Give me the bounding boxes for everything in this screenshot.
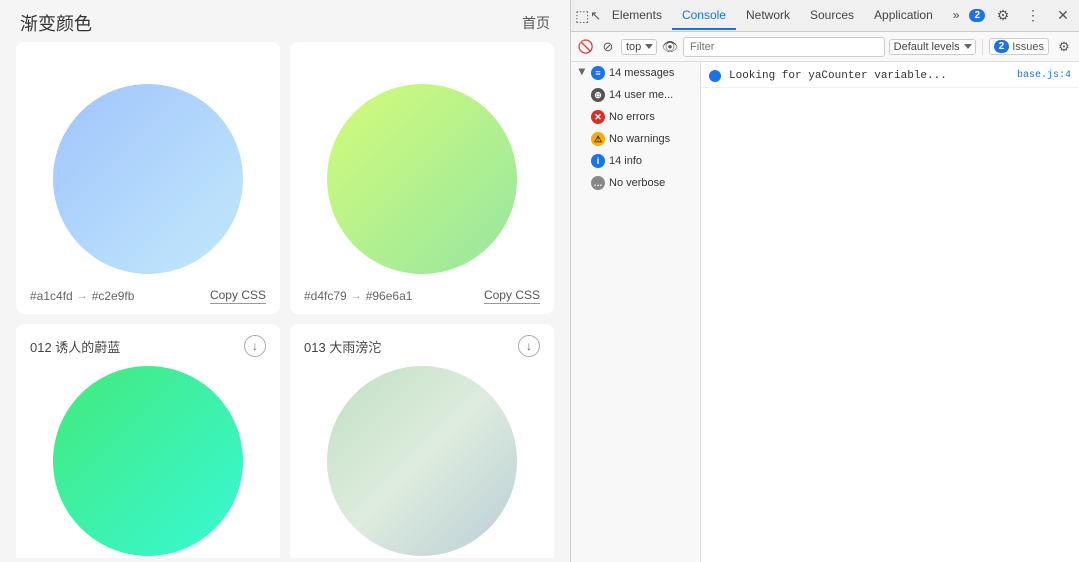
sidebar-icon-info: i bbox=[591, 154, 605, 168]
gradient-circle-0 bbox=[53, 84, 243, 274]
sidebar-icon-no-warnings: ⚠ bbox=[591, 132, 605, 146]
console-line-0: Looking for yaCounter variable... base.js… bbox=[701, 66, 1079, 88]
tab-network[interactable]: Network bbox=[736, 2, 800, 30]
download-btn-3[interactable]: ↓ bbox=[518, 335, 540, 357]
app-nav[interactable]: 首页 bbox=[522, 13, 550, 33]
sidebar-item-all-messages[interactable]: ▶≡ 14 messages bbox=[571, 62, 700, 84]
sidebar-label-no-verbose: No verbose bbox=[609, 177, 665, 189]
sidebar-icon-no-errors: ✕ bbox=[591, 110, 605, 124]
app-area: 渐变颜色 首页 #a1c4fd → #c2e9fbCopy CSS#d4fc79… bbox=[0, 0, 570, 562]
color-info-0: #a1c4fd → #c2e9fb bbox=[30, 289, 134, 303]
card-header-3: 013 大雨滂沱 ↓ bbox=[300, 334, 544, 358]
sidebar-label-user-messages: 14 user me... bbox=[609, 89, 673, 101]
close-icon[interactable]: ✕ bbox=[1051, 4, 1075, 28]
devtools-toolbar: 🚫 ⊘ top 👁 Default levels 2 Issues ⚙ bbox=[571, 32, 1079, 62]
issues-badge: 2 bbox=[994, 40, 1010, 53]
chevron-icon-0: ▶ bbox=[577, 68, 588, 78]
copy-css-btn-1[interactable]: Copy CSS bbox=[484, 288, 540, 304]
gradient-card-1: #d4fc79 → #96e6a1 Copy CSS bbox=[290, 42, 554, 314]
gradient-card-0: #a1c4fd → #c2e9fb Copy CSS bbox=[16, 42, 280, 314]
download-btn-2[interactable]: ↓ bbox=[244, 335, 266, 357]
gradient-circle-1 bbox=[327, 84, 517, 274]
sidebar-icon-all-messages: ≡ bbox=[591, 66, 605, 80]
issues-button[interactable]: 2 Issues bbox=[989, 38, 1049, 55]
gradient-circle-3 bbox=[327, 366, 517, 556]
tab-more[interactable]: » bbox=[943, 2, 970, 30]
sidebar-label-all-messages: 14 messages bbox=[609, 67, 674, 79]
gradient-circle-2 bbox=[53, 366, 243, 556]
sidebar-item-no-verbose[interactable]: … No verbose bbox=[571, 172, 700, 194]
issues-label: Issues bbox=[1012, 41, 1044, 53]
app-header: 渐变颜色 首页 bbox=[0, 0, 570, 42]
grid-container: #a1c4fd → #c2e9fbCopy CSS#d4fc79 → #96e6… bbox=[0, 42, 570, 558]
sidebar-label-info: 14 info bbox=[609, 155, 642, 167]
tab-application[interactable]: Application bbox=[864, 2, 943, 30]
devtools-panel: ⬚ ↖ Elements Console Network Sources App… bbox=[570, 0, 1079, 562]
console-output: Looking for yaCounter variable... base.js… bbox=[701, 62, 1079, 562]
sidebar-item-no-warnings[interactable]: ⚠ No warnings bbox=[571, 128, 700, 150]
toolbar-divider bbox=[982, 39, 983, 55]
settings-icon[interactable]: ⚙ bbox=[991, 4, 1015, 28]
more-icon[interactable]: ⋮ bbox=[1021, 4, 1045, 28]
console-message-0: Looking for yaCounter variable... bbox=[729, 69, 1009, 84]
devtools-body: ▶≡ 14 messages ⊕ 14 user me... ✕ No errors ⚠ No… bbox=[571, 62, 1079, 562]
sidebar-label-no-warnings: No warnings bbox=[609, 133, 670, 145]
dt-tab-icons: 2 ⚙ ⋮ ✕ bbox=[969, 4, 1075, 28]
filter-input[interactable] bbox=[683, 37, 885, 57]
gradient-card-2: 012 诱人的蔚蓝 ↓ bbox=[16, 324, 280, 558]
devtools-tabs: ⬚ ↖ Elements Console Network Sources App… bbox=[571, 0, 1079, 32]
show-drawer-icon[interactable]: ⊘ bbox=[599, 38, 617, 56]
card-title-3: 013 大雨滂沱 bbox=[304, 337, 381, 356]
tab-sources[interactable]: Sources bbox=[800, 2, 864, 30]
clear-console-icon[interactable]: 🚫 bbox=[577, 38, 595, 56]
card-title-2: 012 诱人的蔚蓝 bbox=[30, 337, 120, 356]
sidebar-icon-no-verbose: … bbox=[591, 176, 605, 190]
copy-css-btn-0[interactable]: Copy CSS bbox=[210, 288, 266, 304]
console-source-0[interactable]: base.js:4 bbox=[1017, 69, 1071, 83]
card-footer-0: #a1c4fd → #c2e9fb Copy CSS bbox=[26, 284, 270, 304]
context-select[interactable]: top bbox=[621, 39, 657, 55]
tab-elements[interactable]: Elements bbox=[602, 2, 672, 30]
sidebar-item-user-messages[interactable]: ⊕ 14 user me... bbox=[571, 84, 700, 106]
tab-console[interactable]: Console bbox=[672, 2, 736, 30]
devtools-inspect-icon[interactable]: ⬚ bbox=[575, 2, 590, 30]
color-info-1: #d4fc79 → #96e6a1 bbox=[304, 289, 412, 303]
sidebar-label-no-errors: No errors bbox=[609, 111, 655, 123]
eye-icon[interactable]: 👁 bbox=[661, 38, 679, 56]
app-title: 渐变颜色 bbox=[20, 10, 92, 36]
settings-gear-icon[interactable]: ⚙ bbox=[1055, 38, 1073, 56]
sidebar-panel: ▶≡ 14 messages ⊕ 14 user me... ✕ No errors ⚠ No… bbox=[571, 62, 701, 562]
console-icon-0 bbox=[709, 70, 721, 82]
card-footer-1: #d4fc79 → #96e6a1 Copy CSS bbox=[300, 284, 544, 304]
sidebar-icon-user-messages: ⊕ bbox=[591, 88, 605, 102]
issues-count-badge: 2 bbox=[969, 9, 985, 22]
gradient-card-3: 013 大雨滂沱 ↓ bbox=[290, 324, 554, 558]
card-header-2: 012 诱人的蔚蓝 ↓ bbox=[26, 334, 270, 358]
sidebar-item-info[interactable]: i 14 info bbox=[571, 150, 700, 172]
levels-select[interactable]: Default levels bbox=[889, 39, 976, 55]
sidebar-item-no-errors[interactable]: ✕ No errors bbox=[571, 106, 700, 128]
devtools-pointer-icon[interactable]: ↖ bbox=[590, 4, 602, 28]
